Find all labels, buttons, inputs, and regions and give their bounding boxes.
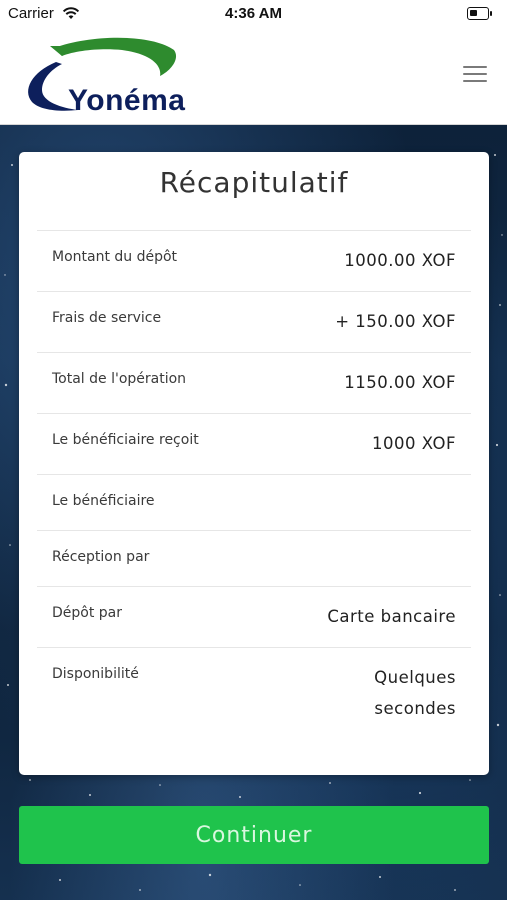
row-value: 1000 XOF (372, 434, 456, 453)
row-value: Carte bancaire (327, 607, 456, 626)
row-value: 1000.00 XOF (344, 251, 456, 270)
row-label: Frais de service (52, 310, 162, 326)
summary-row-beneficiary: Le bénéficiaire (37, 474, 471, 530)
summary-rows: Montant du dépôt 1000.00 XOF Frais de se… (37, 230, 471, 747)
summary-card: Récapitulatif Montant du dépôt 1000.00 X… (19, 152, 489, 775)
continue-button[interactable]: Continuer (19, 806, 489, 864)
summary-row-reception-method: Réception par (37, 530, 471, 586)
row-label: Dépôt par (52, 605, 123, 621)
row-value: + 150.00 XOF (335, 312, 456, 331)
hamburger-menu-icon[interactable] (463, 64, 489, 84)
row-label: Le bénéficiaire (52, 493, 155, 509)
row-label: Disponibilité (52, 666, 139, 682)
status-bar: Carrier 4:36 AM (0, 0, 507, 28)
summary-row-availability: Disponibilité Quelques secondes (37, 647, 471, 747)
battery-icon (467, 7, 492, 20)
row-value: 1150.00 XOF (344, 373, 456, 392)
summary-row-total: Total de l'opération 1150.00 XOF (37, 352, 471, 413)
row-label: Montant du dépôt (52, 249, 178, 265)
summary-row-beneficiary-receives: Le bénéficiaire reçoit 1000 XOF (37, 413, 471, 474)
summary-title: Récapitulatif (159, 166, 349, 199)
row-label: Total de l'opération (52, 371, 187, 387)
summary-row-deposit-amount: Montant du dépôt 1000.00 XOF (37, 230, 471, 291)
yonema-logo[interactable]: Yonéma (22, 36, 186, 117)
summary-row-deposit-method: Dépôt par Carte bancaire (37, 586, 471, 647)
app-header: Yonéma (0, 28, 507, 125)
row-label: Réception par (52, 549, 150, 565)
summary-row-service-fee: Frais de service + 150.00 XOF (37, 291, 471, 352)
row-label: Le bénéficiaire reçoit (52, 432, 199, 448)
row-value-line: secondes (374, 699, 456, 718)
status-time: 4:36 AM (225, 5, 282, 22)
row-value: Quelques secondes (316, 662, 456, 724)
logo-text: Yonéma (68, 84, 186, 117)
row-value-line: Quelques (374, 668, 456, 687)
